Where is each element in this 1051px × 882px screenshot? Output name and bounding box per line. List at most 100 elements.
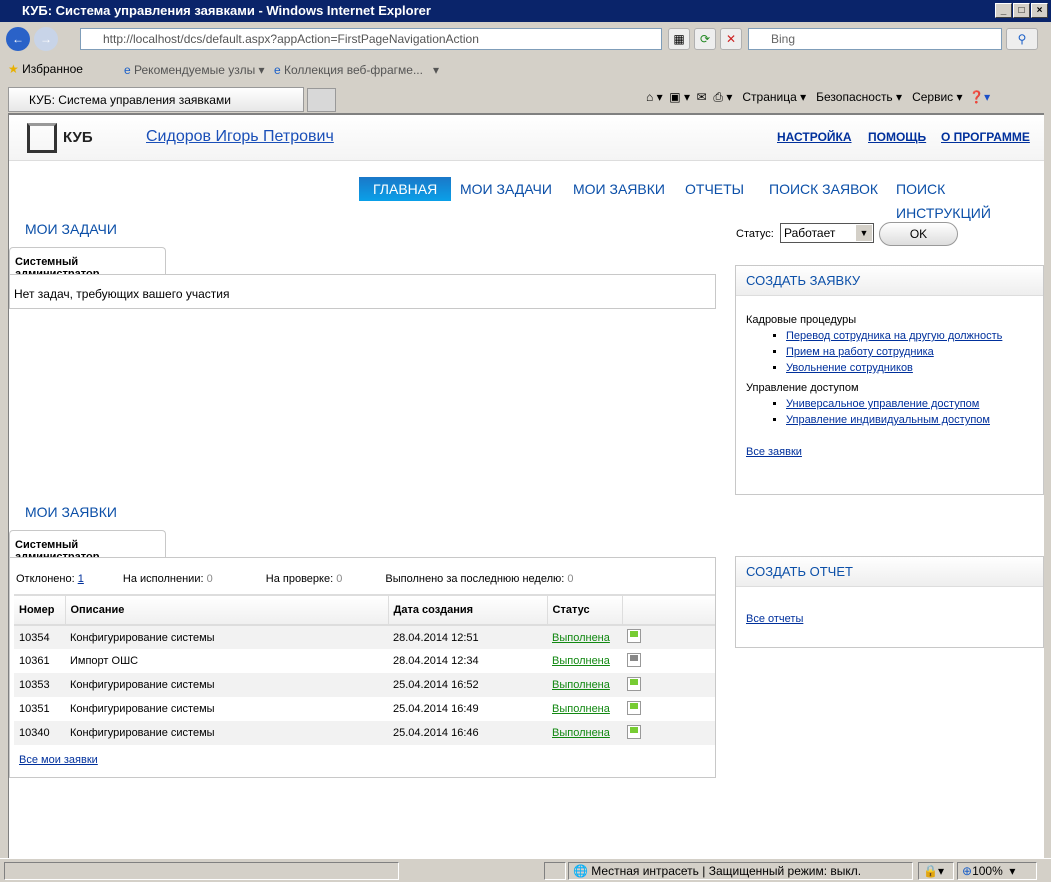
request-status-link[interactable]: Выполнена xyxy=(552,679,610,691)
group-access: Управление доступом xyxy=(746,382,859,394)
menu-tools[interactable]: Сервис ▾ xyxy=(912,90,962,104)
request-date: 25.04.2014 16:46 xyxy=(388,721,547,745)
logo-text: КУБ xyxy=(63,129,93,146)
user-name-link[interactable]: Сидоров Игорь Петрович xyxy=(146,128,334,146)
tasks-title: МОИ ЗАДАЧИ xyxy=(25,221,117,237)
status-bar: 🌐 Местная интрасеть | Защищенный режим: … xyxy=(0,858,1051,882)
window-title: КУБ: Система управления заявками - Windo… xyxy=(22,3,431,18)
request-link-universal-access[interactable]: Универсальное управление доступом xyxy=(786,398,979,410)
col-status[interactable]: Статус xyxy=(547,594,623,626)
table-row: 10354 Конфигурирование системы 28.04.201… xyxy=(14,625,715,649)
settings-link[interactable]: НАСТРОЙКА xyxy=(777,130,852,144)
table-row: 10351 Конфигурирование системы 25.04.201… xyxy=(14,697,715,721)
refresh-button[interactable]: ⟳ xyxy=(694,28,716,50)
compat-view-button[interactable]: ▦ xyxy=(668,28,690,50)
document-green-arrow-icon[interactable] xyxy=(627,700,641,715)
security-zone[interactable]: 🌐 Местная интрасеть | Защищенный режим: … xyxy=(568,862,913,880)
document-grey-arrow-icon[interactable] xyxy=(627,652,641,667)
search-icon[interactable]: ⚲ xyxy=(1006,28,1038,50)
col-number[interactable]: Номер xyxy=(14,594,66,626)
request-description: Конфигурирование системы xyxy=(65,673,388,697)
home-icon[interactable]: ⌂ ▾ xyxy=(646,90,663,104)
request-status-link[interactable]: Выполнена xyxy=(552,727,610,739)
requests-counters: Отклонено: 1 На исполнении: 0 На проверк… xyxy=(16,573,574,585)
page-header: КУБ Сидоров Игорь Петрович НАСТРОЙКА ПОМ… xyxy=(9,115,1044,161)
minimize-button[interactable]: _ xyxy=(995,3,1012,18)
rss-icon[interactable]: ▣ ▾ xyxy=(669,90,690,104)
tasks-empty-message: Нет задач, требующих вашего участия xyxy=(14,287,230,301)
globe-icon: 🌐 xyxy=(573,864,588,878)
maximize-button[interactable]: □ xyxy=(1013,3,1030,18)
ie-icon: e xyxy=(274,63,281,77)
document-green-arrow-icon[interactable] xyxy=(627,724,641,739)
table-row: 10361 Импорт ОШС 28.04.2014 12:34 Выполн… xyxy=(14,649,715,673)
request-link-dismiss[interactable]: Увольнение сотрудников xyxy=(786,362,913,374)
nav-my-requests[interactable]: МОИ ЗАЯВКИ xyxy=(559,177,679,201)
all-requests-link[interactable]: Все заявки xyxy=(746,446,802,458)
nav-search-requests[interactable]: ПОИСК ЗАЯВОК xyxy=(755,177,892,201)
request-description: Конфигурирование системы xyxy=(70,703,215,715)
close-window-button[interactable]: × xyxy=(1031,3,1048,18)
table-row: 10340 Конфигурирование системы 25.04.201… xyxy=(14,721,715,745)
all-reports-link[interactable]: Все отчеты xyxy=(746,613,803,625)
request-date: 25.04.2014 16:49 xyxy=(393,703,479,715)
col-description[interactable]: Описание xyxy=(65,594,389,626)
tasks-tab[interactable]: Системный администратор xyxy=(9,247,166,280)
fav-link-webslices[interactable]: e Коллекция веб-фрагме... ▾ xyxy=(274,63,439,77)
nav-reports[interactable]: ОТЧЕТЫ xyxy=(671,177,758,201)
request-description: Импорт ОШС xyxy=(70,655,139,667)
request-number: 10353 xyxy=(14,673,65,697)
requests-box: Отклонено: 1 На исполнении: 0 На проверк… xyxy=(9,557,716,778)
print-icon[interactable]: ⎙ ▾ xyxy=(713,90,732,104)
window-title-bar: КУБ: Система управления заявками - Windo… xyxy=(0,0,1051,22)
request-link-transfer[interactable]: Перевод сотрудника на другую должность xyxy=(786,330,1002,342)
fav-link-recommended[interactable]: e Рекомендуемые узлы ▾ xyxy=(124,63,265,77)
status-text xyxy=(4,862,399,880)
page-content: КУБ Сидоров Игорь Петрович НАСТРОЙКА ПОМ… xyxy=(8,113,1044,858)
request-link-hire[interactable]: Прием на работу сотрудника xyxy=(786,346,934,358)
create-request-title: СОЗДАТЬ ЗАЯВКУ xyxy=(736,266,1043,296)
nav-search-instructions[interactable]: ПОИСК ИНСТРУКЦИЙ xyxy=(882,177,1044,221)
command-bar: ⌂ ▾ ▣ ▾ ✉ ⎙ ▾ Страница ▾ Безопасность ▾ … xyxy=(646,90,990,105)
favorites-button[interactable]: ★ Избранное xyxy=(8,62,83,76)
new-tab-button[interactable] xyxy=(307,88,336,112)
request-status-link[interactable]: Выполнена xyxy=(552,703,610,715)
rejected-count-link[interactable]: 1 xyxy=(78,573,84,585)
nav-home[interactable]: ГЛАВНАЯ xyxy=(359,177,452,201)
all-my-requests-link[interactable]: Все мои заявки xyxy=(19,754,98,766)
nav-my-tasks[interactable]: МОИ ЗАДАЧИ xyxy=(446,177,566,201)
forward-button[interactable]: → xyxy=(34,27,58,51)
col-actions xyxy=(622,594,715,626)
request-description: Конфигурирование системы xyxy=(65,625,388,649)
about-link[interactable]: О ПРОГРАММЕ xyxy=(941,130,1030,144)
request-date: 25.04.2014 16:52 xyxy=(388,673,547,697)
menu-security[interactable]: Безопасность ▾ xyxy=(816,90,902,104)
stop-button[interactable]: ✕ xyxy=(720,28,742,50)
zoom-control[interactable]: ⊕100% ▾ xyxy=(957,862,1037,880)
zoom-icon: ⊕ xyxy=(962,864,973,878)
document-green-arrow-icon[interactable] xyxy=(627,676,641,691)
mail-icon[interactable]: ✉ xyxy=(697,90,707,104)
addon-icon[interactable] xyxy=(544,862,566,880)
requests-tab[interactable]: Системный администратор xyxy=(9,530,166,563)
search-input[interactable]: Bing xyxy=(748,28,1002,50)
address-bar[interactable]: http://localhost/dcs/default.aspx?appAct… xyxy=(80,28,662,50)
col-date[interactable]: Дата создания xyxy=(388,594,548,626)
menu-page[interactable]: Страница ▾ xyxy=(742,90,806,104)
star-icon: ★ xyxy=(8,62,19,76)
lock-icon[interactable]: 🔒▾ xyxy=(918,862,954,880)
help-link[interactable]: ПОМОЩЬ xyxy=(868,130,926,144)
help-icon[interactable]: ❓▾ xyxy=(969,90,990,104)
request-status-link[interactable]: Выполнена xyxy=(552,632,610,644)
request-date: 28.04.2014 12:51 xyxy=(388,625,547,649)
request-status-link[interactable]: Выполнена xyxy=(552,655,610,667)
request-link-individual-access[interactable]: Управление индивидуальным доступом xyxy=(786,414,990,426)
ok-button[interactable]: OK xyxy=(879,222,958,246)
back-button[interactable]: ← xyxy=(6,27,30,51)
request-date: 28.04.2014 12:34 xyxy=(393,655,479,667)
document-green-arrow-icon[interactable] xyxy=(627,629,641,643)
status-select[interactable]: Работает ▼ xyxy=(780,223,874,243)
request-number: 10361 xyxy=(19,655,50,667)
browser-tab-active[interactable]: КУБ: Система управления заявками xyxy=(8,87,304,112)
create-report-panel: СОЗДАТЬ ОТЧЕТ Все отчеты xyxy=(735,556,1044,648)
